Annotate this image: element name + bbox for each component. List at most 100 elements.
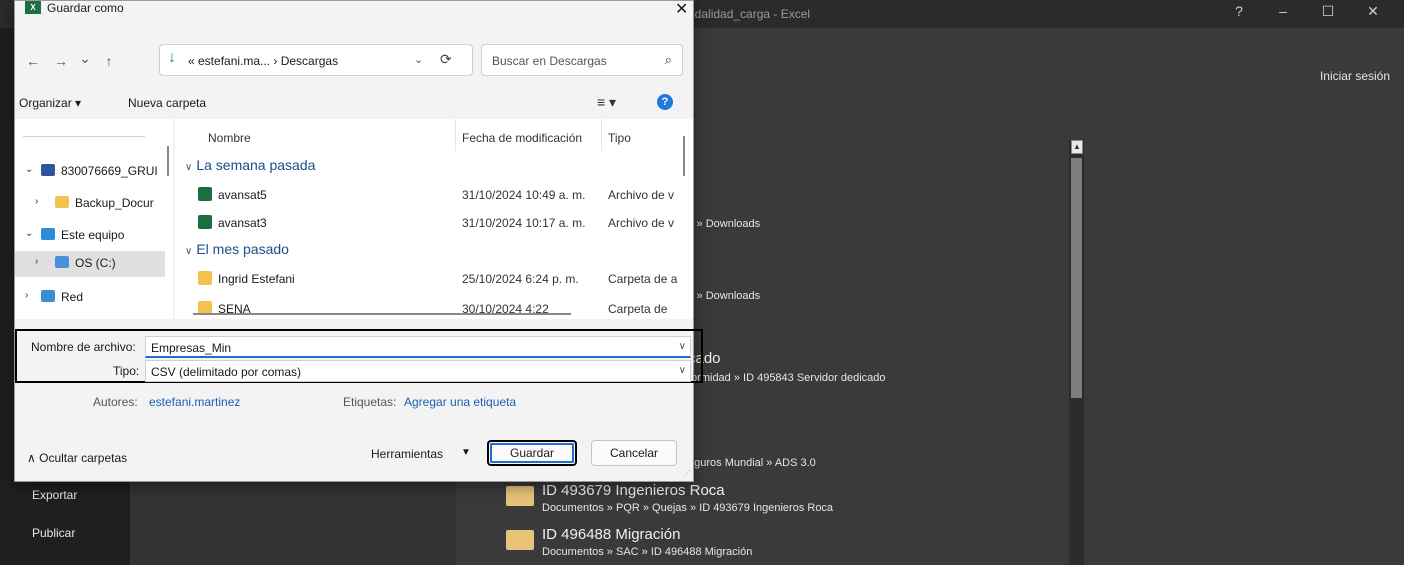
scrollbar-thumb[interactable]: [1071, 158, 1082, 398]
group-header[interactable]: ∨ La semana pasada: [185, 157, 315, 173]
file-type: Carpeta de a: [608, 272, 678, 286]
help-icon[interactable]: ?: [657, 94, 673, 110]
file-type: Archivo de v: [608, 216, 675, 230]
refresh-icon[interactable]: ⟳: [440, 51, 452, 68]
file-name: Ingrid Estefani: [218, 272, 295, 286]
list-item[interactable]: avansat3 31/10/2024 10:17 a. m. Archivo …: [175, 211, 685, 235]
cancel-button[interactable]: Cancelar: [591, 440, 677, 466]
filename-type-group: Nombre de archivo: Empresas_Min ∨ Tipo: …: [15, 329, 703, 383]
signin-link[interactable]: Iniciar sesión: [1320, 69, 1390, 83]
menu-item-publicar[interactable]: Publicar: [32, 526, 75, 540]
nav-item-label: 830076669_GRUI: [61, 164, 158, 178]
monitor-icon: [41, 228, 55, 240]
dialog-title: Guardar como: [47, 1, 124, 15]
organize-button[interactable]: Organizar ▾: [19, 96, 81, 110]
up-arrow-icon[interactable]: ↑: [99, 53, 119, 69]
filename-field[interactable]: Empresas_Min ∨: [145, 336, 691, 358]
chevron-down-icon[interactable]: ⌄: [25, 228, 33, 239]
file-type: Archivo de v: [608, 188, 675, 202]
filename-value[interactable]: Empresas_Min: [151, 341, 231, 355]
authors-label: Autores:: [93, 395, 138, 409]
nav-item-label: Backup_Docur: [75, 196, 154, 210]
file-list-hscrollbar[interactable]: [193, 313, 571, 315]
column-header-date[interactable]: Fecha de modificación: [462, 131, 582, 145]
excel-file-icon: [198, 215, 212, 229]
menu-item-exportar[interactable]: Exportar: [32, 488, 77, 502]
filename-label: Nombre de archivo:: [31, 340, 136, 354]
group-label: El mes pasado: [196, 241, 289, 257]
chevron-down-icon: ∨: [185, 246, 193, 257]
list-item[interactable]: avansat5 31/10/2024 10:49 a. m. Archivo …: [175, 183, 685, 207]
nav-item-backup[interactable]: › Backup_Docur: [15, 191, 165, 217]
recent-folder-path[interactable]: formidad » ID 495843 Servidor dedicado: [688, 372, 886, 384]
add-tag-link[interactable]: Agregar una etiqueta: [404, 395, 516, 409]
list-item[interactable]: SENA 30/10/2024 4:22 Carpeta de: [175, 297, 685, 319]
scrollbar-thumb[interactable]: [167, 146, 169, 176]
minimize-button[interactable]: –: [1268, 3, 1298, 19]
recent-folder-title[interactable]: ID 493679 Ingenieros Roca: [542, 482, 725, 499]
network-icon: [41, 290, 55, 302]
file-name: avansat5: [218, 188, 267, 202]
authors-value[interactable]: estefani.martinez: [149, 395, 240, 409]
nav-item-label: Este equipo: [61, 228, 125, 242]
hide-folders-button[interactable]: ∧ Ocultar carpetas: [27, 451, 127, 465]
chevron-down-icon[interactable]: ∨: [679, 365, 686, 376]
scroll-up-arrow-icon[interactable]: ▲: [1071, 140, 1083, 154]
chevron-right-icon[interactable]: ›: [25, 290, 28, 301]
resize-grip-icon[interactable]: ⋰: [683, 469, 691, 478]
save-as-dialog: X Guardar como ✕ ← → ⌄ ↑ ↓ « estefani.ma…: [14, 0, 703, 482]
chevron-down-icon[interactable]: ∨: [679, 341, 686, 352]
search-input[interactable]: Buscar en Descargas ⌕: [481, 44, 683, 76]
recent-folder-path[interactable]: z » Downloads: [688, 290, 760, 302]
search-icon[interactable]: ⌕: [665, 52, 672, 68]
close-window-button[interactable]: ✕: [1358, 3, 1388, 20]
recent-locations-chevron-icon[interactable]: ⌄: [75, 50, 95, 67]
divider: [601, 119, 602, 151]
help-icon[interactable]: ?: [1224, 3, 1254, 19]
excel-file-icon: [198, 187, 212, 201]
filetype-value[interactable]: CSV (delimitado por comas): [151, 365, 301, 379]
view-options-icon[interactable]: ≡ ▾: [597, 94, 616, 111]
nav-item-830076669[interactable]: ⌄ 830076669_GRUI: [15, 159, 165, 185]
close-icon[interactable]: ✕: [675, 0, 688, 19]
column-header-type[interactable]: Tipo: [608, 131, 631, 145]
tools-button[interactable]: Herramientas: [371, 447, 443, 461]
recent-folder-title[interactable]: ID 496488 Migración: [542, 526, 680, 543]
new-folder-button[interactable]: Nueva carpeta: [128, 96, 206, 110]
breadcrumb[interactable]: « estefani.ma... › Descargas: [188, 54, 338, 68]
nav-item-os-c[interactable]: › OS (C:): [15, 251, 165, 277]
tags-label: Etiquetas:: [343, 395, 397, 409]
chevron-down-icon[interactable]: ⌄: [414, 53, 423, 66]
chevron-right-icon[interactable]: ›: [35, 196, 38, 207]
drive-icon: [55, 256, 69, 268]
folder-icon: [55, 196, 69, 208]
nav-item-red[interactable]: › Red: [15, 285, 165, 311]
nav-item-este-equipo[interactable]: ⌄ Este equipo: [15, 223, 165, 249]
dialog-titlebar: X Guardar como ✕: [15, 1, 693, 33]
chevron-right-icon[interactable]: ›: [35, 256, 38, 267]
folder-icon: [506, 530, 534, 550]
recent-folder-path[interactable]: eguros Mundial » ADS 3.0: [688, 457, 816, 469]
recent-folder-path[interactable]: z » Downloads: [688, 218, 760, 230]
save-button[interactable]: Guardar: [487, 440, 577, 466]
tools-dropdown-icon[interactable]: ▼: [461, 447, 471, 458]
filetype-select[interactable]: CSV (delimitado por comas) ∨: [145, 360, 691, 382]
back-arrow-icon[interactable]: ←: [23, 53, 43, 69]
recent-folder-path[interactable]: Documentos » PQR » Quejas » ID 493679 In…: [542, 502, 833, 514]
chevron-down-icon[interactable]: ⌄: [25, 164, 33, 175]
navigation-pane: ⌄ 830076669_GRUI › Backup_Docur ⌄ Este e…: [15, 119, 165, 319]
column-header-name[interactable]: Nombre: [208, 131, 251, 145]
filetype-label: Tipo:: [113, 364, 140, 378]
forward-arrow-icon[interactable]: →: [51, 53, 71, 69]
file-list-scrollbar[interactable]: [683, 136, 685, 176]
list-item[interactable]: Ingrid Estefani 25/10/2024 6:24 p. m. Ca…: [175, 267, 685, 291]
address-bar[interactable]: ↓ « estefani.ma... › Descargas ⌄ ⟳: [159, 44, 473, 76]
file-type: Carpeta de: [608, 302, 668, 316]
recent-folder-path[interactable]: Documentos » SAC » ID 496488 Migración: [542, 546, 752, 558]
restore-button[interactable]: ☐: [1313, 3, 1343, 20]
hide-folders-label: Ocultar carpetas: [39, 451, 128, 465]
file-list: Nombre Fecha de modificación Tipo ∨ La se…: [175, 119, 693, 319]
nav-item-label: OS (C:): [75, 256, 116, 270]
group-header[interactable]: ∨ El mes pasado: [185, 241, 289, 257]
file-name: avansat3: [218, 216, 267, 230]
